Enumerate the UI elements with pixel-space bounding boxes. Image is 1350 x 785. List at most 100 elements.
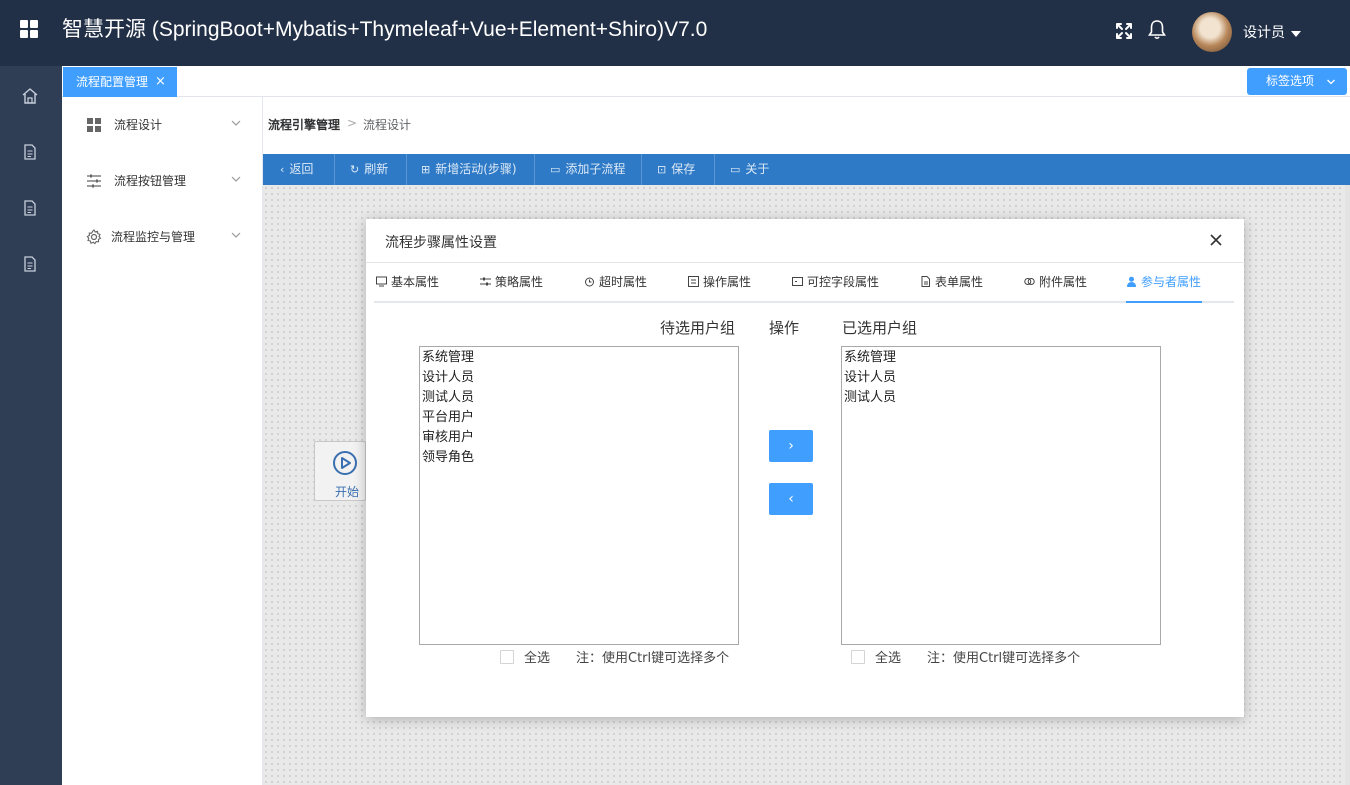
refresh-icon: ↻ xyxy=(350,163,360,176)
user-name[interactable]: 设计员 xyxy=(1243,24,1285,42)
about-button[interactable]: ▭ 关于 xyxy=(715,154,787,185)
tab-attachment[interactable]: 附件属性 xyxy=(1024,273,1087,301)
link-icon xyxy=(1024,278,1035,285)
back-button[interactable]: ‹ 返回 xyxy=(263,154,335,185)
top-header: 智慧开源 (SpringBoot+Mybatis+Thymeleaf+Vue+E… xyxy=(0,0,1350,66)
available-groups-list[interactable]: 系统管理 设计人员 测试人员 平台用户 审核用户 领导角色 xyxy=(419,346,739,645)
tab-strategy[interactable]: 策略属性 xyxy=(480,273,543,301)
apps-grid-icon[interactable] xyxy=(20,20,40,40)
close-icon[interactable] xyxy=(1209,233,1223,247)
operations-header: 操作 xyxy=(769,319,800,337)
save-icon: ⊡ xyxy=(657,163,667,176)
play-circle-icon xyxy=(333,451,357,475)
tab-label: 参与者属性 xyxy=(1141,275,1202,289)
add-subprocess-button[interactable]: ▭ 添加子流程 xyxy=(535,154,642,185)
user-menu-caret-icon[interactable] xyxy=(1291,31,1301,37)
add-activity-button[interactable]: ⊞ 新增活动(步骤) xyxy=(407,154,535,185)
home-icon[interactable] xyxy=(21,87,39,105)
tab-label: 附件属性 xyxy=(1039,275,1088,289)
user-icon xyxy=(1127,276,1136,287)
step-properties-dialog: 流程步骤属性设置 基本属性 策略属性 超时属性 操作属性 可控字段属性 表单属性… xyxy=(366,219,1244,717)
tab-label: 流程配置管理 xyxy=(76,75,149,89)
designer-toolbar: ‹ 返回 ↻ 刷新 ⊞ 新增活动(步骤) ▭ 添加子流程 ⊡ 保存 ▭ 关于 xyxy=(263,154,1350,185)
canvas-scrollbar[interactable] xyxy=(1345,185,1350,785)
list-option[interactable]: 领导角色 xyxy=(420,448,738,468)
breadcrumb-separator: > xyxy=(347,116,358,130)
breadcrumb-root[interactable]: 流程引擎管理 xyxy=(268,116,340,133)
about-label: 关于 xyxy=(745,162,770,176)
folder-icon: ▭ xyxy=(550,163,561,176)
start-node[interactable]: 开始 xyxy=(314,441,366,501)
breadcrumb-current: 流程设计 xyxy=(363,118,412,132)
add-icon: ⊞ xyxy=(421,163,431,176)
select-all-available-label: 全选 xyxy=(524,651,551,666)
list-option[interactable]: 测试人员 xyxy=(420,388,738,408)
tab-operation[interactable]: 操作属性 xyxy=(688,273,751,301)
chevron-down-icon xyxy=(231,176,241,182)
dialog-divider xyxy=(366,262,1244,263)
operation-icon xyxy=(688,276,699,287)
tab-label: 超时属性 xyxy=(599,275,648,289)
tab-form[interactable]: 表单属性 xyxy=(920,273,983,301)
selected-groups-header: 已选用户组 xyxy=(842,319,918,337)
list-option[interactable]: 系统管理 xyxy=(842,348,1160,368)
sidebar-item-button-management[interactable]: 流程按钮管理 xyxy=(62,153,262,209)
app-title: 智慧开源 (SpringBoot+Mybatis+Thymeleaf+Vue+E… xyxy=(62,18,708,41)
sidebar-item-label: 流程设计 xyxy=(114,118,163,132)
tab-basic[interactable]: 基本属性 xyxy=(376,273,439,301)
tab-label: 表单属性 xyxy=(935,275,984,289)
chevron-down-icon xyxy=(231,232,241,238)
property-tabs: 基本属性 策略属性 超时属性 操作属性 可控字段属性 表单属性 附件属性 参与者… xyxy=(374,273,1234,303)
back-label: 返回 xyxy=(289,162,314,176)
tab-process-config[interactable]: 流程配置管理 × xyxy=(63,67,177,97)
list-option[interactable]: 系统管理 xyxy=(420,348,738,368)
sidebar-item-label: 流程监控与管理 xyxy=(111,230,196,244)
tab-label: 策略属性 xyxy=(495,275,544,289)
select-all-available-checkbox[interactable] xyxy=(500,650,514,664)
sidebar-item-process-design[interactable]: 流程设计 xyxy=(62,97,262,153)
sidebar-item-label: 流程按钮管理 xyxy=(114,174,187,188)
save-button[interactable]: ⊡ 保存 xyxy=(642,154,715,185)
field-icon xyxy=(792,277,803,286)
back-icon: ‹ xyxy=(280,163,285,176)
tag-options-button[interactable]: 标签选项 xyxy=(1247,68,1347,95)
close-tab-icon[interactable]: × xyxy=(155,67,166,97)
alarm-clock-icon xyxy=(585,277,594,287)
select-all-selected-checkbox[interactable] xyxy=(851,650,865,664)
grid-icon xyxy=(87,118,101,132)
bell-icon[interactable] xyxy=(1147,19,1167,41)
tab-bar xyxy=(62,66,1350,97)
tab-label: 操作属性 xyxy=(703,275,752,289)
sliders-icon xyxy=(480,277,491,286)
monitor-icon xyxy=(376,276,387,287)
list-option[interactable]: 平台用户 xyxy=(420,408,738,428)
breadcrumb: 流程引擎管理 > 流程设计 xyxy=(263,97,1350,154)
left-rail xyxy=(0,66,62,785)
tab-timeout[interactable]: 超时属性 xyxy=(584,273,647,301)
add-subprocess-label: 添加子流程 xyxy=(565,162,626,176)
selected-groups-list[interactable]: 系统管理 设计人员 测试人员 xyxy=(841,346,1161,645)
list-option[interactable]: 设计人员 xyxy=(420,368,738,388)
tab-controllable-fields[interactable]: 可控字段属性 xyxy=(792,273,879,301)
gear-icon xyxy=(86,229,102,245)
move-right-button[interactable]: › xyxy=(769,430,813,462)
selected-ctrl-note: 注：使用Ctrl键可选择多个 xyxy=(927,651,1081,666)
add-activity-label: 新增活动(步骤) xyxy=(435,162,517,176)
refresh-button[interactable]: ↻ 刷新 xyxy=(335,154,407,185)
sidebar-item-monitoring[interactable]: 流程监控与管理 xyxy=(62,209,262,265)
chevron-down-icon xyxy=(1327,79,1335,85)
list-option[interactable]: 设计人员 xyxy=(842,368,1160,388)
available-groups-header: 待选用户组 xyxy=(660,319,736,337)
document-icon[interactable] xyxy=(21,199,39,217)
refresh-label: 刷新 xyxy=(364,162,389,176)
tab-participants[interactable]: 参与者属性 xyxy=(1126,273,1202,303)
dialog-title: 流程步骤属性设置 xyxy=(385,235,497,251)
move-left-button[interactable]: ‹ xyxy=(769,483,813,515)
document-icon[interactable] xyxy=(21,255,39,273)
document-icon[interactable] xyxy=(21,143,39,161)
avatar[interactable] xyxy=(1192,12,1232,52)
fullscreen-icon[interactable] xyxy=(1114,21,1134,41)
list-option[interactable]: 测试人员 xyxy=(842,388,1160,408)
tag-options-label: 标签选项 xyxy=(1266,74,1315,88)
list-option[interactable]: 审核用户 xyxy=(420,428,738,448)
